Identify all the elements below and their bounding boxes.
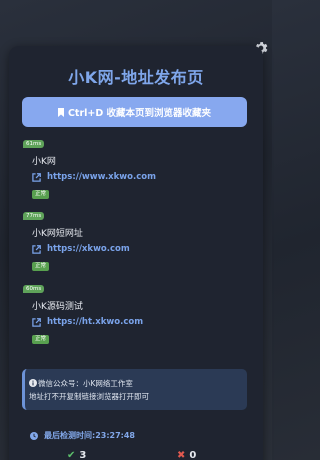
last-check-label: 最后检测时间: <box>44 431 96 440</box>
site-name: 小K网短网址 <box>32 229 83 239</box>
notice-line-1: 微信公众号：小K网络工作室 <box>29 377 247 390</box>
site-card-1: 77ms 小K网短网址 https://xkwo.com 正常 <box>23 212 249 271</box>
latency-badge: 60ms <box>23 285 45 293</box>
status-badge: 正常 <box>32 335 50 344</box>
cross-mark-icon: ✖ <box>177 450 186 460</box>
fail-count: ✖ 0 <box>177 450 196 460</box>
bookmark-button[interactable]: Ctrl+D 收藏本页到浏览器收藏夹 <box>22 97 247 127</box>
last-check: 最后检测时间: 23:27:48 <box>30 430 135 441</box>
status-badge: 正常 <box>32 262 50 271</box>
site-card-0: 61ms 小K网 https://www.xkwo.com 正常 <box>23 140 249 199</box>
ok-count: ✔ 3 <box>67 450 86 460</box>
notice-text-1: 微信公众号：小K网络工作室 <box>38 379 133 388</box>
latency-badge: 77ms <box>23 212 45 220</box>
external-link-icon <box>32 317 41 327</box>
check-counts: ✔ 3 ✖ 0 <box>9 450 263 460</box>
status-badge: 正常 <box>32 190 50 199</box>
site-name: 小K源码测试 <box>32 302 83 312</box>
clock-icon <box>30 431 38 440</box>
external-link-icon <box>32 244 41 254</box>
address-panel: 小K网-地址发布页 Ctrl+D 收藏本页到浏览器收藏夹 61ms 小K网 ht… <box>9 46 263 460</box>
last-check-time: 23:27:48 <box>95 431 135 440</box>
site-link[interactable]: https://ht.xkwo.com <box>32 317 143 327</box>
notice-text-2: 地址打不开复制链接浏览器打开即可 <box>29 392 149 401</box>
check-mark-icon: ✔ <box>67 450 76 460</box>
page-title: 小K网-地址发布页 <box>68 68 204 87</box>
site-url: https://ht.xkwo.com <box>47 317 144 327</box>
latency-badge: 61ms <box>23 140 45 148</box>
fail-count-value: 0 <box>189 450 197 460</box>
site-card-2: 60ms 小K源码测试 https://ht.xkwo.com 正常 <box>23 285 249 344</box>
info-icon <box>29 379 37 387</box>
notice-box: 微信公众号：小K网络工作室 地址打不开复制链接浏览器打开即可 <box>22 369 247 410</box>
bookmark-icon <box>57 107 64 117</box>
external-link-icon <box>32 172 41 182</box>
site-link[interactable]: https://xkwo.com <box>32 244 130 254</box>
site-url: https://www.xkwo.com <box>47 172 156 182</box>
site-url: https://xkwo.com <box>47 244 130 254</box>
site-link[interactable]: https://www.xkwo.com <box>32 172 156 182</box>
bookmark-button-label: Ctrl+D 收藏本页到浏览器收藏夹 <box>67 108 212 119</box>
ok-count-value: 3 <box>79 450 87 460</box>
site-name: 小K网 <box>32 157 56 167</box>
